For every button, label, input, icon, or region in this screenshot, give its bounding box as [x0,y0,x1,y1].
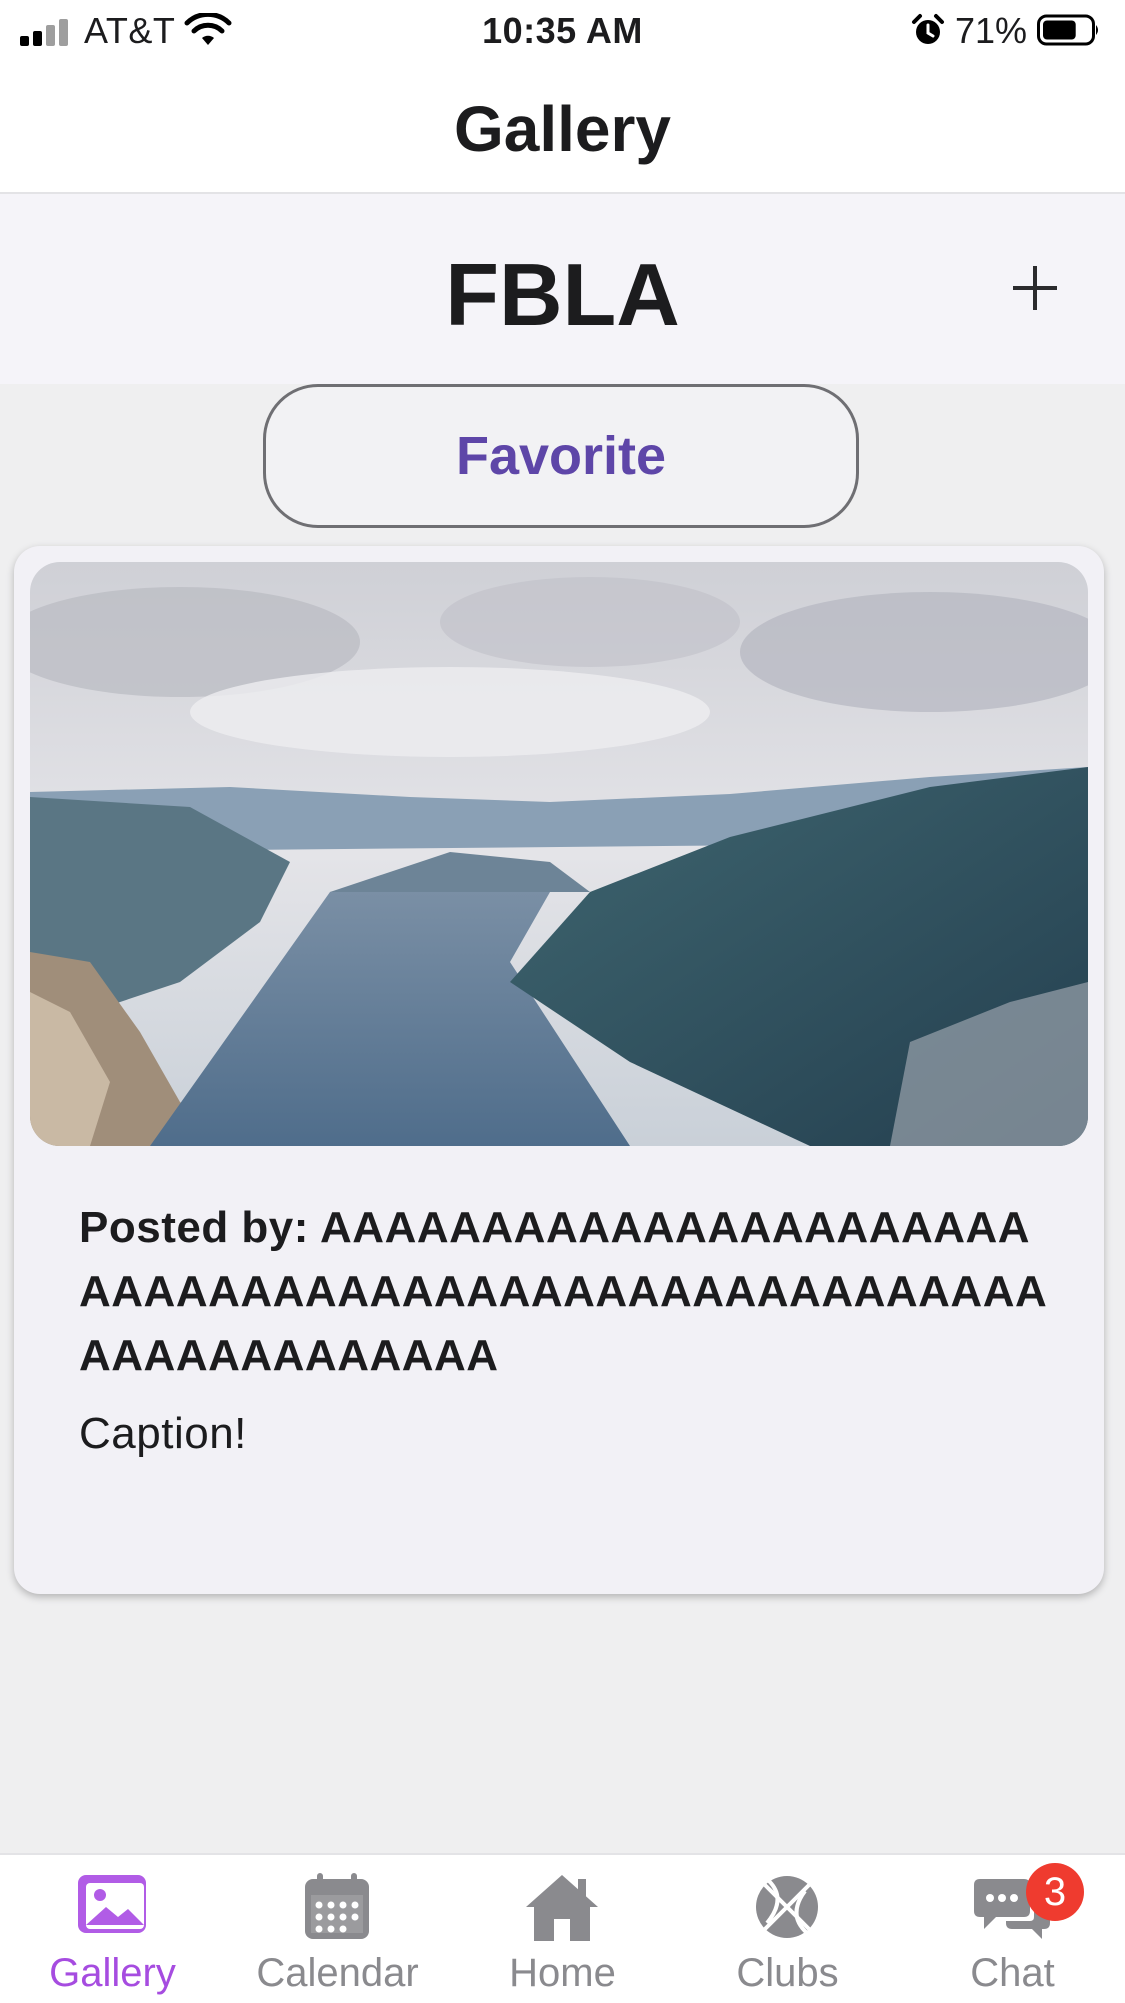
calendar-icon [305,1873,369,1939]
tab-gallery[interactable]: Gallery [0,1855,225,2003]
tab-home[interactable]: Home [450,1855,675,2003]
battery-percentage: 71% [955,10,1028,51]
tab-label-calendar: Calendar [256,1951,419,1995]
tab-label-gallery: Gallery [49,1951,176,1995]
battery-icon [1037,14,1098,46]
tab-chat[interactable]: 3 Chat [900,1855,1125,2003]
club-name: FBLA [445,245,680,344]
tab-clubs[interactable]: Clubs [675,1855,900,2003]
basketball-icon [756,1876,818,1938]
post-details: Posted by: AAAAAAAAAAAAAAAAAAAAAAAAAAAAA… [79,1196,1059,1466]
tab-label-chat: Chat [970,1951,1055,1995]
tab-calendar[interactable]: Calendar [225,1855,450,2003]
tab-bar: Gallery Calendar Home Clubs 3 Chat [0,1853,1125,2003]
tab-label-clubs: Clubs [736,1951,839,1995]
add-post-button[interactable] [1005,258,1065,318]
favorite-button[interactable]: Favorite [263,384,859,528]
navigation-header: Gallery [0,62,1125,194]
page-title: Gallery [453,93,672,165]
alarm-icon [912,14,944,44]
post-caption: Caption! [79,1409,247,1458]
post-photo[interactable] [30,562,1088,1146]
home-icon [526,1875,598,1941]
tab-label-home: Home [509,1951,616,1995]
posted-by-label: Posted by: [79,1203,309,1252]
post-card[interactable]: Posted by: AAAAAAAAAAAAAAAAAAAAAAAAAAAAA… [14,546,1104,1594]
status-bar: AT&T 10:35 AM 71% [0,0,1125,62]
photo-icon [78,1875,146,1933]
landscape-photo-icon [30,562,1088,1146]
posted-by-line: Posted by: AAAAAAAAAAAAAAAAAAAAAAAAAAAAA… [79,1196,1059,1388]
chat-unread-badge: 3 [1026,1863,1084,1921]
club-header: FBLA [0,194,1125,384]
